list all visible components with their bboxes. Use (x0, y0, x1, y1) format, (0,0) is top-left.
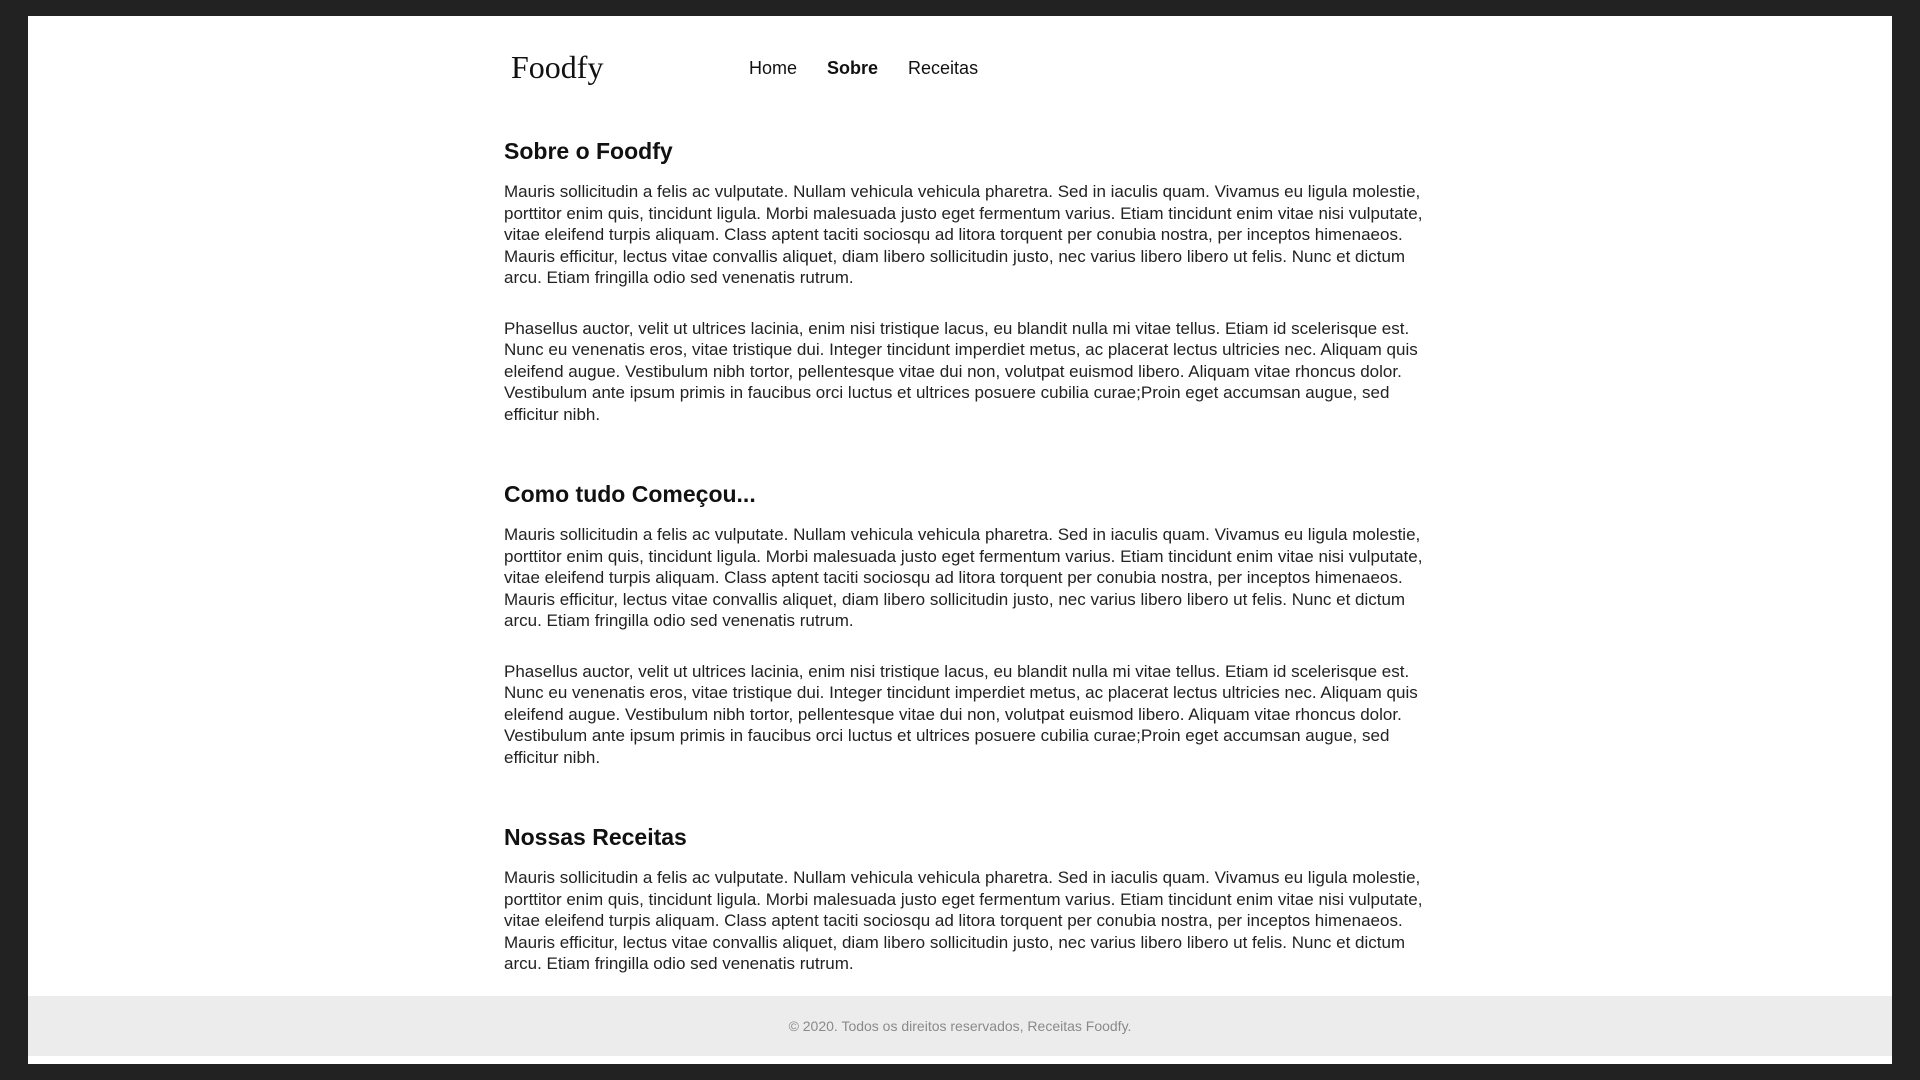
section-paragraph: Phasellus auctor, velit ut ultrices laci… (504, 318, 1418, 424)
nav-link-receitas[interactable]: Receitas (908, 58, 978, 79)
section-title: Como tudo Começou... (504, 481, 756, 507)
site-footer: © 2020. Todos os direitos reservados, Re… (28, 996, 1892, 1056)
section-title: Nossas Receitas (504, 824, 687, 850)
page: Foodfy Home Sobre Receitas Sobre o Foodf… (28, 16, 1892, 1064)
section-paragraph: Mauris sollicitudin a felis ac vulputate… (504, 525, 1423, 630)
footer-copyright: © 2020. Todos os direitos reservados, Re… (788, 1018, 1132, 1034)
section-paragraph: Mauris sollicitudin a felis ac vulputate… (504, 182, 1423, 287)
section-title: Sobre o Foodfy (504, 138, 673, 164)
logo[interactable]: Foodfy (511, 49, 603, 86)
nav-link-sobre[interactable]: Sobre (827, 58, 878, 79)
site-header: Foodfy Home Sobre Receitas (28, 16, 1892, 126)
section-paragraph: Phasellus auctor, velit ut ultrices laci… (504, 661, 1418, 767)
section-sobre: Sobre o Foodfy Mauris sollicitudin a fel… (504, 134, 1434, 425)
nav-link-home[interactable]: Home (749, 58, 797, 79)
section-paragraph: Mauris sollicitudin a felis ac vulputate… (504, 868, 1423, 973)
section-historia: Como tudo Começou... Mauris sollicitudin… (504, 477, 1434, 768)
section-receitas: Nossas Receitas Mauris sollicitudin a fe… (504, 820, 1434, 975)
main-nav: Home Sobre Receitas (749, 58, 978, 79)
main-content: Sobre o Foodfy Mauris sollicitudin a fel… (504, 134, 1434, 975)
